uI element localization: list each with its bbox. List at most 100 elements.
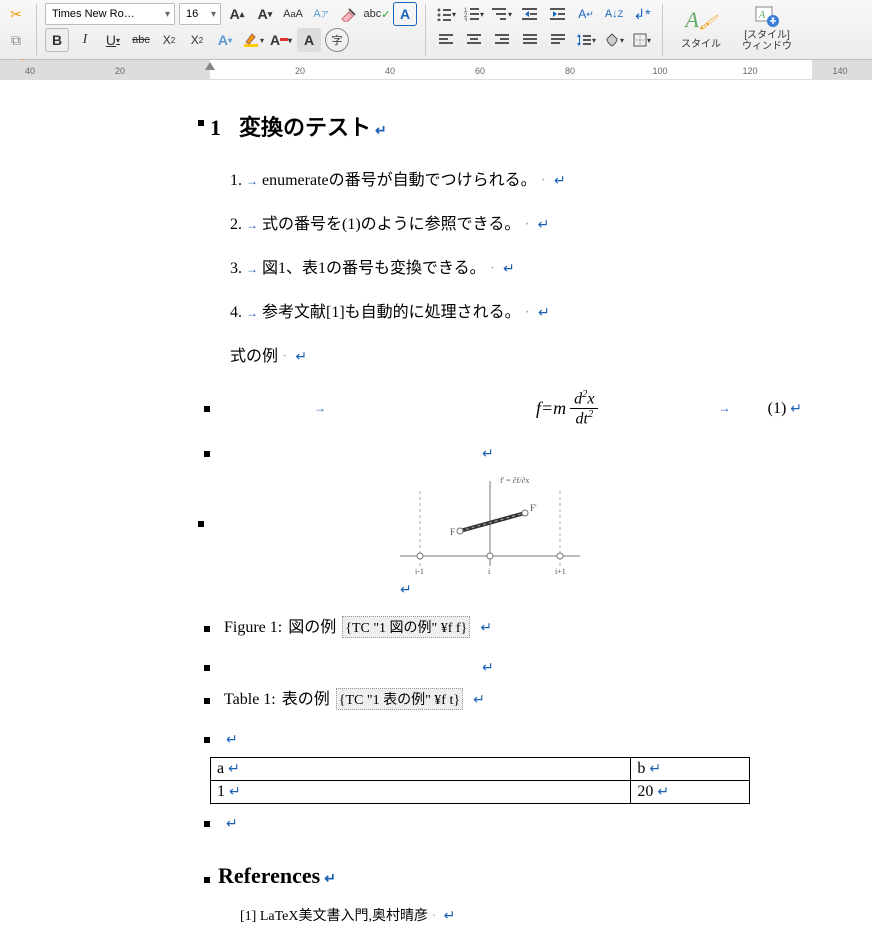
separator <box>662 4 663 56</box>
styles-window-button[interactable]: A [スタイル] ウィンドウ <box>737 2 797 54</box>
pilcrow-icon: ↵ <box>324 871 336 888</box>
svg-text:3: 3 <box>464 18 468 21</box>
ruler-label: 20 <box>115 66 125 76</box>
pilcrow-icon: ↵ <box>229 785 241 800</box>
pilcrow-icon: ↵ <box>444 909 456 924</box>
underline-button[interactable]: U ▾ <box>101 28 125 52</box>
space-mark-icon: · <box>524 216 529 234</box>
phonetic-guide-button[interactable]: Aア <box>309 2 333 26</box>
numbered-list: 1. → enumerateの番号が自動でつけられる。 · ↵ 2. → 式の番… <box>210 166 812 366</box>
field-code: {TC "1 表の例" ¥f t} <box>336 688 463 710</box>
list-item: 4. → 参考文献[1]も自動的に処理される。 · ↵ <box>230 298 812 322</box>
spellcheck-button[interactable]: abc✓ <box>365 2 389 26</box>
font-name-select[interactable]: Times New Ro… <box>45 3 175 25</box>
shading-button[interactable]: ▾ <box>602 28 626 52</box>
change-case-button[interactable]: AaA <box>281 2 305 26</box>
heading-1: 1 変換のテスト↵ <box>210 110 812 142</box>
frac-den: dt <box>575 411 587 428</box>
figure-annot-im1: i-1 <box>415 567 424 576</box>
char-shading-button[interactable]: A <box>297 28 321 52</box>
empty-paragraph: ↵ <box>204 446 812 463</box>
list-bullet-icon <box>204 737 210 743</box>
caption-label: Table 1: <box>224 691 276 709</box>
increase-indent-button[interactable] <box>546 2 570 26</box>
list-item: 1. → enumerateの番号が自動でつけられる。 · ↵ <box>230 166 812 190</box>
pilcrow-icon: ↵ <box>503 261 515 278</box>
figure-annot-f: F <box>450 527 455 537</box>
ruler-indent-marker[interactable] <box>205 62 215 70</box>
paragraph-text: 式の例 <box>230 348 278 365</box>
heading-number: 1 <box>210 115 221 141</box>
list-bullet-icon <box>204 406 210 412</box>
list-text: 式の番号を(1)のように参照できる。 <box>262 210 520 234</box>
highlight-button[interactable]: ▾ <box>241 28 265 52</box>
align-center-button[interactable] <box>462 28 486 52</box>
copy-icon[interactable]: ⧉ <box>4 28 28 52</box>
font-color-button[interactable]: A▾ <box>269 28 293 52</box>
multilevel-list-button[interactable]: ▾ <box>490 2 514 26</box>
table-caption: Table 1: 表の例 {TC "1 表の例" ¥f t} ↵ <box>204 685 812 710</box>
list-bullet-icon <box>204 451 210 457</box>
svg-text:A: A <box>758 10 766 21</box>
pilcrow-icon: ↵ <box>538 217 550 234</box>
align-left-button[interactable] <box>434 28 458 52</box>
pilcrow-icon: ↵ <box>482 660 494 677</box>
figure-image: f' = ∂f/∂x F F' i-1 i i+1 ↵ <box>390 471 812 599</box>
shrink-font-button[interactable]: A▾ <box>253 2 277 26</box>
sort-button[interactable]: A↓Z <box>602 2 626 26</box>
superscript-button[interactable]: X2 <box>185 28 209 52</box>
ruler-label: 80 <box>565 66 575 76</box>
grow-font-button[interactable]: A▴ <box>225 2 249 26</box>
caption-text: 表の例 <box>282 685 330 709</box>
strikethrough-button[interactable]: abc <box>129 28 153 52</box>
paragraph: 式の例 · ↵ <box>230 342 812 366</box>
enclose-chars-button[interactable]: 字 <box>325 28 349 52</box>
document-page[interactable]: 1 変換のテスト↵ 1. → enumerateの番号が自動でつけられる。 · … <box>0 80 872 945</box>
borders-button[interactable]: ▾ <box>630 28 654 52</box>
font-size-select[interactable]: 16 <box>179 3 221 25</box>
font-group: Times New Ro… 16 A▴ A▾ AaA Aア abc✓ A B I… <box>45 2 417 52</box>
text-direction-button[interactable]: A↵ <box>574 2 598 26</box>
space-mark-icon: · <box>541 172 546 190</box>
font-name-value: Times New Ro… <box>52 8 135 20</box>
equation-row: → f=m d2x dt2 → (1)↵ <box>204 390 812 428</box>
references-heading-text: References <box>218 863 320 889</box>
bold-button[interactable]: B <box>45 28 69 52</box>
list-number: 4. <box>230 304 242 322</box>
pilcrow-icon: ↵ <box>790 402 802 417</box>
separator <box>36 4 37 56</box>
tab-arrow-icon: → <box>246 218 258 233</box>
align-right-button[interactable] <box>490 28 514 52</box>
character-border-button[interactable]: A <box>393 2 417 26</box>
pilcrow-icon: ↵ <box>228 762 240 777</box>
justify-button[interactable] <box>518 28 542 52</box>
list-text: enumerateの番号が自動でつけられる。 <box>262 166 537 190</box>
bullets-button[interactable]: ▾ <box>434 2 458 26</box>
empty-paragraph: ↵ <box>204 660 812 677</box>
heading-text: 変換のテスト <box>239 115 371 140</box>
line-spacing-button[interactable]: ▾ <box>574 28 598 52</box>
italic-button[interactable]: I <box>73 28 97 52</box>
ruler-label: 60 <box>475 66 485 76</box>
tab-arrow-icon: → <box>718 401 730 416</box>
pilcrow-icon: ↵ <box>473 692 485 709</box>
horizontal-ruler[interactable]: 40 20 20 40 60 80 100 120 140 <box>0 60 872 80</box>
text-effects-button[interactable]: A ▾ <box>213 28 237 52</box>
decrease-indent-button[interactable] <box>518 2 542 26</box>
clear-formatting-button[interactable] <box>337 2 361 26</box>
pilcrow-icon: ↵ <box>554 173 566 190</box>
styles-button[interactable]: A🖌 スタイル <box>671 2 731 54</box>
space-mark-icon: · <box>525 304 530 322</box>
styles-window-label: [スタイル] ウィンドウ <box>742 30 792 52</box>
subscript-button[interactable]: X2 <box>157 28 181 52</box>
space-mark-icon: · <box>282 348 287 365</box>
list-bullet-icon <box>204 626 210 632</box>
cut-icon[interactable]: ✂ <box>4 2 28 26</box>
numbering-button[interactable]: 123▾ <box>462 2 486 26</box>
tab-arrow-icon: → <box>246 262 258 277</box>
table-row: a↵ b↵ <box>211 757 750 780</box>
table-cell: 20 <box>637 783 653 800</box>
distributed-button[interactable] <box>546 28 570 52</box>
list-bullet-icon <box>204 877 210 883</box>
show-marks-button[interactable]: ↲* <box>630 2 654 26</box>
